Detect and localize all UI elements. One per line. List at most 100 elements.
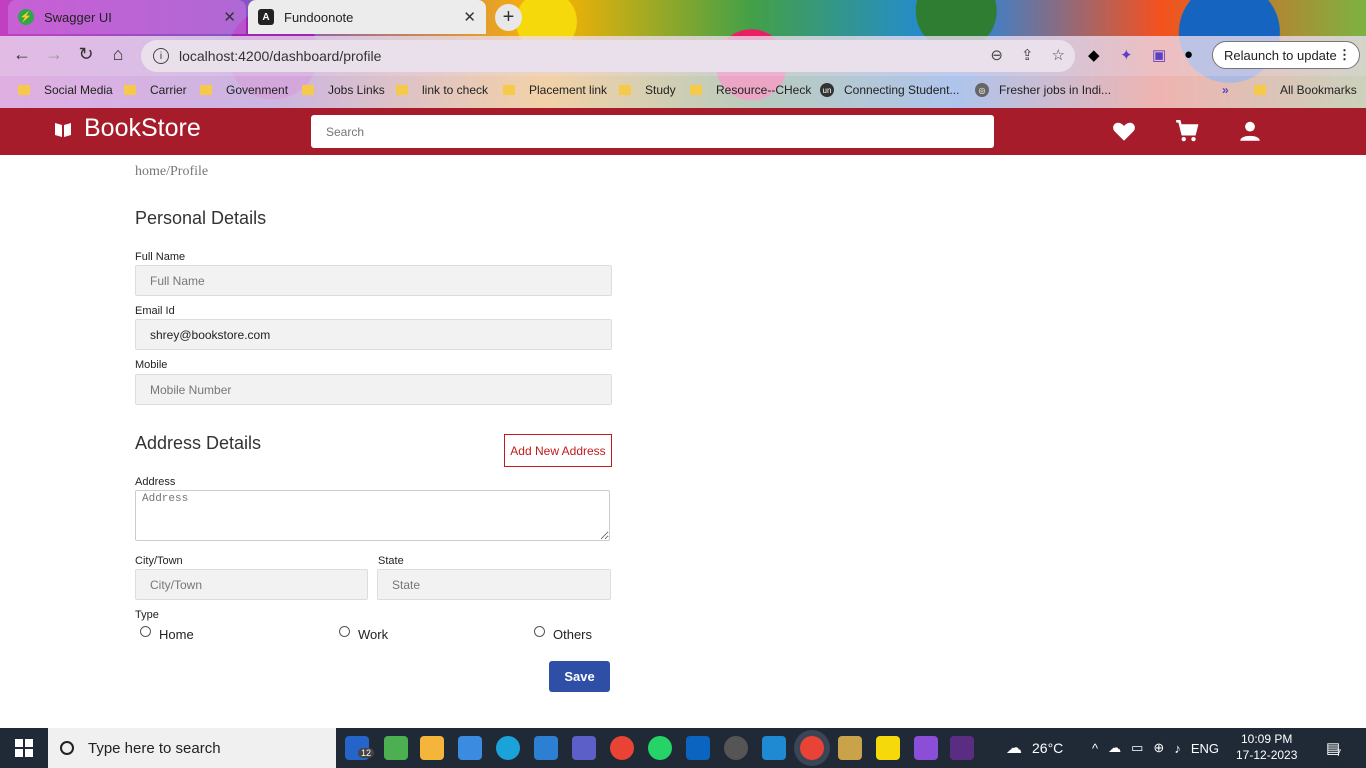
type-radio-work[interactable]: Work [339,626,388,642]
bookmark-item[interactable]: Govenment [200,83,288,97]
address-label: Address [135,476,176,488]
battery-icon[interactable]: ▭ [1131,740,1143,756]
folder-icon [302,85,314,95]
outlook-icon[interactable] [686,736,710,760]
bookmark-label: Social Media [44,83,113,97]
address-textarea[interactable] [135,490,610,541]
add-new-address-button[interactable]: Add New Address [504,434,612,467]
more-bookmarks-icon[interactable]: » [1222,83,1229,97]
info-icon[interactable]: i [153,48,169,64]
bookmark-item[interactable]: Carrier [124,83,187,97]
chevron-up-icon[interactable]: ^ [1092,741,1098,756]
breadcrumb[interactable]: home/Profile [135,164,208,180]
extension-icon[interactable]: ◆ [1088,46,1100,64]
browser-toolbar: ← → ↻ ⌂ i localhost:4200/dashboard/profi… [0,36,1366,76]
visual-studio-icon[interactable] [914,736,938,760]
sticky-notes-icon[interactable] [876,736,900,760]
heart-icon[interactable] [1111,118,1137,144]
cart-icon[interactable] [1174,118,1200,144]
type-label: Type [135,609,159,621]
save-button[interactable]: Save [549,661,610,692]
bookmark-item[interactable]: All Bookmarks [1254,83,1357,97]
vscode-icon[interactable] [762,736,786,760]
address-details-title: Address Details [135,433,262,453]
tab-swagger[interactable]: ⚡ Swagger UI ✕ [8,0,246,34]
settings-icon[interactable] [724,736,748,760]
taskbar: Type here to search 12 ☁ 26°C ^ ☁ ▭ ⊕ ♪ … [0,728,1366,768]
share-icon[interactable]: ⇪ [1021,46,1034,64]
globe-icon: ◎ [975,83,989,97]
tab-strip: ⚡ Swagger UI ✕ A Fundoonote ✕ + [0,0,1366,36]
email-field[interactable] [135,319,612,350]
onedrive-icon[interactable]: ☁ [1108,740,1121,756]
clock[interactable]: 10:09 PM 17-12-2023 [1236,731,1297,763]
sidepanel-icon[interactable]: ▣ [1152,46,1166,64]
windows-start-button[interactable] [0,728,48,768]
type-radio-others[interactable]: Others [534,626,592,642]
store-icon[interactable] [458,736,482,760]
folder-icon [1254,85,1266,95]
home-icon[interactable]: ⌂ [106,44,130,65]
full-name-input[interactable] [135,265,612,296]
chrome-icon[interactable] [610,736,634,760]
type-radio-home[interactable]: Home [140,626,194,642]
forward-icon[interactable]: → [42,44,66,65]
new-tab-button[interactable]: + [495,4,522,31]
back-icon[interactable]: ← [10,44,34,65]
bookmark-item[interactable]: Resource--CHeck [690,83,811,97]
folder-icon [124,85,136,95]
state-label: State [378,555,404,567]
brand-logo[interactable]: BookStore [54,114,201,143]
book-icon [55,122,71,137]
bookmark-item[interactable]: Social Media [18,83,113,97]
close-icon[interactable]: ✕ [223,8,236,26]
bookmark-item[interactable]: un Connecting Student... [820,83,959,97]
file-explorer-icon[interactable] [420,736,444,760]
puzzle-icon[interactable]: ✦ [1120,46,1133,64]
city-label: City/Town [135,555,183,567]
notification-button[interactable]: ▤ 7 [1326,728,1341,768]
city-input[interactable] [135,569,368,600]
search-input[interactable] [311,115,994,148]
folder-icon [396,85,408,95]
reload-icon[interactable]: ↻ [74,44,98,65]
tools-icon[interactable] [838,736,862,760]
android-studio-icon[interactable] [384,736,408,760]
whatsapp-icon[interactable] [648,736,672,760]
volume-icon[interactable]: ♪ [1174,741,1181,756]
language-indicator[interactable]: ENG [1191,741,1219,756]
teams-icon[interactable] [572,736,596,760]
bookmark-label: link to check [422,83,489,97]
menu-dots-icon[interactable]: ⋮ [1338,47,1351,63]
mobile-input[interactable] [135,374,612,405]
taskbar-search[interactable]: Type here to search [48,728,336,768]
search-icon [60,741,74,755]
un-icon: un [820,83,834,97]
taskbar-search-text: Type here to search [88,739,221,757]
avatar[interactable]: ● [1184,46,1193,63]
system-tray: ^ ☁ ▭ ⊕ ♪ ENG [1092,728,1219,768]
mail-icon[interactable] [534,736,558,760]
bookmark-item[interactable]: link to check [396,83,488,97]
tab-fundoonote[interactable]: A Fundoonote ✕ [248,0,486,34]
state-input[interactable] [377,569,611,600]
bookmark-item[interactable]: Study [619,83,676,97]
terminal-icon[interactable] [950,736,974,760]
bookmark-item[interactable]: Placement link [503,83,607,97]
chrome-active-icon[interactable] [800,736,824,760]
close-icon[interactable]: ✕ [463,8,476,26]
radio-circle[interactable] [534,626,545,637]
address-bar[interactable]: i localhost:4200/dashboard/profile ⊖ ⇪ ☆ [141,40,1075,72]
weather-widget[interactable]: ☁ 26°C [1006,728,1063,768]
radio-circle[interactable] [339,626,350,637]
relaunch-button[interactable]: Relaunch to update ⋮ [1212,41,1360,69]
radio-circle[interactable] [140,626,151,637]
network-icon[interactable]: ⊕ [1153,740,1164,756]
bookmark-item[interactable]: ◎ Fresher jobs in Indi... [975,83,1111,97]
zoom-icon[interactable]: ⊖ [990,46,1003,64]
weather-icon: ☁ [1006,740,1022,757]
edge-icon[interactable] [496,736,520,760]
star-icon[interactable]: ☆ [1052,46,1065,64]
person-icon[interactable] [1237,118,1263,144]
bookmark-item[interactable]: Jobs Links [302,83,385,97]
